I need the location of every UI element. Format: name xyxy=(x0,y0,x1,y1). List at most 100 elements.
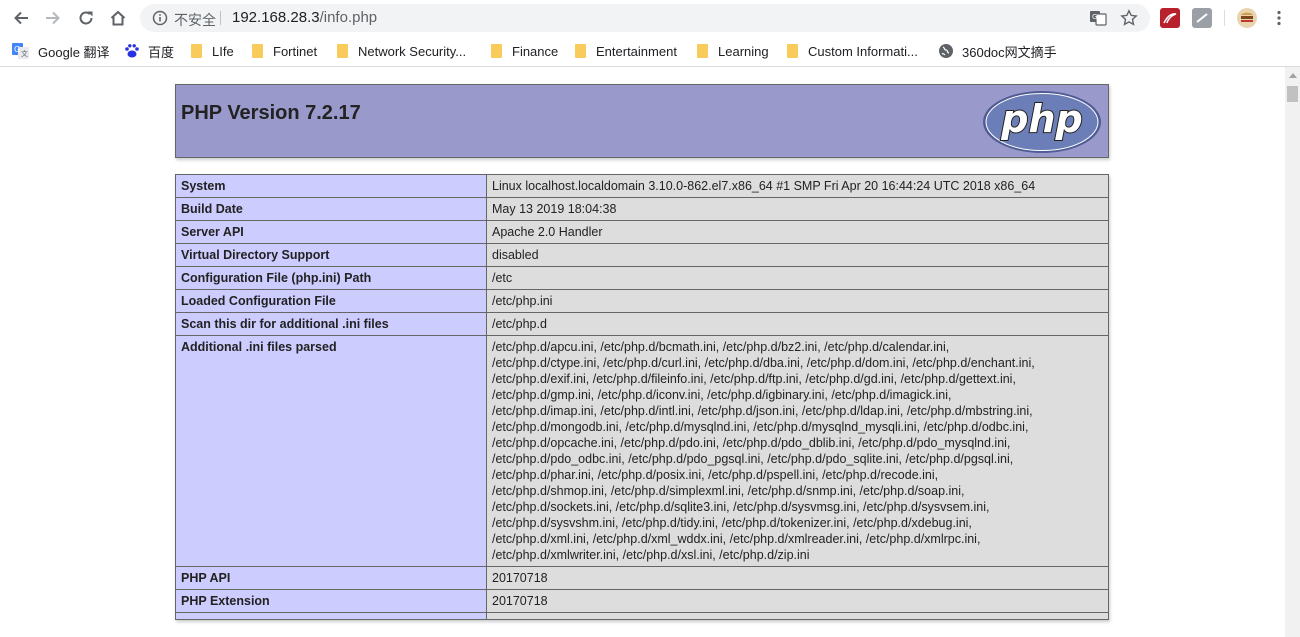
table-row: Scan this dir for additional .ini files /… xyxy=(175,312,1109,336)
globe-icon xyxy=(938,43,954,59)
pdf-extension-icon[interactable] xyxy=(1160,8,1180,28)
security-label[interactable]: 不安全 xyxy=(174,10,216,30)
home-icon xyxy=(110,10,126,26)
row-value: /etc/php.d/apcu.ini, /etc/php.d/bcmath.i… xyxy=(486,335,1109,567)
translate-icon[interactable]: G xyxy=(1088,8,1108,28)
table-row: PHP API 20170718 xyxy=(175,566,1109,590)
url-text[interactable]: 192.168.28.3/info.php xyxy=(232,9,377,26)
row-value: /etc/php.ini xyxy=(486,289,1109,313)
row-key: System xyxy=(175,174,487,198)
row-key: Virtual Directory Support xyxy=(175,243,487,267)
bookmark-label: Custom Informati... xyxy=(808,43,918,59)
vertical-scrollbar[interactable] xyxy=(1285,67,1300,637)
forward-arrow-icon xyxy=(46,11,60,25)
folder-icon xyxy=(697,44,708,58)
table-row: PHP Extension 20170718 xyxy=(175,589,1109,613)
forward-button[interactable] xyxy=(41,6,65,30)
url-path: /info.php xyxy=(319,9,378,26)
folder-icon xyxy=(491,44,502,58)
row-key: PHP API xyxy=(175,566,487,590)
bookmark-360doc[interactable]: 360doc网文摘手 xyxy=(938,42,1057,60)
row-key: Build Date xyxy=(175,197,487,221)
row-value xyxy=(486,612,1109,620)
page-content: PHP Version 7.2.17 php System Linux local… xyxy=(0,67,1285,637)
scrollbar-thumb[interactable] xyxy=(1287,86,1298,102)
bookmarks-bar: G文 Google 翻译 百度 LIfe Fortinet Network Se… xyxy=(0,36,1300,67)
google-translate-icon: G文 xyxy=(12,43,30,59)
home-button[interactable] xyxy=(106,6,130,30)
bookmark-label: Learning xyxy=(718,43,769,59)
toolbar-divider xyxy=(1224,10,1225,26)
bookmark-folder-network-security[interactable]: Network Security... xyxy=(337,42,466,60)
kebab-menu-icon xyxy=(1277,10,1281,26)
table-row: Virtual Directory Support disabled xyxy=(175,243,1109,267)
row-value: May 13 2019 18:04:38 xyxy=(486,197,1109,221)
bookmark-label: 360doc网文摘手 xyxy=(962,44,1057,60)
row-key: PHP Extension xyxy=(175,589,487,613)
back-arrow-icon xyxy=(14,11,28,25)
row-value: /etc/php.d xyxy=(486,312,1109,336)
menu-button[interactable] xyxy=(1267,6,1291,30)
bookmark-folder-entertainment[interactable]: Entertainment xyxy=(575,42,677,60)
info-icon[interactable] xyxy=(152,10,168,31)
row-key: Loaded Configuration File xyxy=(175,289,487,313)
row-key xyxy=(175,612,487,620)
bookmark-label: Fortinet xyxy=(273,43,318,59)
php-logo[interactable]: php xyxy=(981,90,1103,154)
bookmark-label: Finance xyxy=(512,43,559,59)
svg-text:G: G xyxy=(1092,13,1097,21)
scroll-up-arrow-icon[interactable] xyxy=(1289,73,1297,78)
php-logo-text: php xyxy=(1000,97,1082,141)
bookmark-baidu[interactable]: 百度 xyxy=(124,42,174,60)
folder-icon xyxy=(575,44,586,58)
svg-text:G: G xyxy=(14,45,20,54)
bookmark-label: Google 翻译 xyxy=(38,44,110,60)
bookmark-label: 百度 xyxy=(148,44,175,60)
bookmark-folder-finance[interactable]: Finance xyxy=(491,42,558,60)
row-value: 20170718 xyxy=(486,566,1109,590)
bookmark-label: Entertainment xyxy=(596,43,677,59)
row-key: Server API xyxy=(175,220,487,244)
phpinfo-container: PHP Version 7.2.17 php System Linux local… xyxy=(175,84,1109,620)
reload-button[interactable] xyxy=(74,6,98,30)
phpinfo-header: PHP Version 7.2.17 php xyxy=(175,84,1109,158)
row-value: 20170718 xyxy=(486,589,1109,613)
bookmark-google-translate[interactable]: G文 Google 翻译 xyxy=(12,42,110,60)
folder-icon xyxy=(337,44,348,58)
extension-icon[interactable] xyxy=(1192,8,1212,28)
folder-icon xyxy=(252,44,263,58)
table-row: Server API Apache 2.0 Handler xyxy=(175,220,1109,244)
page-title: PHP Version 7.2.17 xyxy=(181,102,361,124)
table-row: System Linux localhost.localdomain 3.10.0… xyxy=(175,174,1109,198)
row-key: Configuration File (php.ini) Path xyxy=(175,266,487,290)
bookmark-folder-learning[interactable]: Learning xyxy=(697,42,769,60)
profile-avatar[interactable] xyxy=(1237,8,1257,28)
row-value: Apache 2.0 Handler xyxy=(486,220,1109,244)
divider xyxy=(220,11,221,25)
bookmark-folder-life[interactable]: LIfe xyxy=(191,42,234,60)
bookmark-label: LIfe xyxy=(212,43,234,59)
address-bar[interactable]: 不安全 192.168.28.3/info.php G xyxy=(140,4,1150,32)
row-value: Linux localhost.localdomain 3.10.0-862.e… xyxy=(486,174,1109,198)
back-button[interactable] xyxy=(9,6,33,30)
table-row: Configuration File (php.ini) Path/etc xyxy=(175,266,1109,290)
url-host: 192.168.28.3 xyxy=(232,9,320,26)
bookmark-folder-custom-information[interactable]: Custom Informati... xyxy=(787,42,918,60)
svg-text:文: 文 xyxy=(21,49,28,58)
browser-toolbar: 不安全 192.168.28.3/info.php G xyxy=(0,0,1300,36)
row-value: disabled xyxy=(486,243,1109,267)
row-key: Scan this dir for additional .ini files xyxy=(175,312,487,336)
row-value: /etc xyxy=(486,266,1109,290)
reload-icon xyxy=(79,11,93,25)
table-row xyxy=(175,612,1109,620)
baidu-icon xyxy=(124,43,140,59)
bookmark-star-icon[interactable] xyxy=(1119,8,1139,28)
row-key: Additional .ini files parsed xyxy=(175,335,487,567)
table-row: Additional .ini files parsed/etc/php.d/a… xyxy=(175,335,1109,567)
phpinfo-table: System Linux localhost.localdomain 3.10.0… xyxy=(175,174,1109,620)
bookmark-folder-fortinet[interactable]: Fortinet xyxy=(252,42,317,60)
table-row: Loaded Configuration File/etc/php.ini xyxy=(175,289,1109,313)
bookmark-label: Network Security... xyxy=(358,43,467,59)
table-row: Build Date May 13 2019 18:04:38 xyxy=(175,197,1109,221)
folder-icon xyxy=(787,44,798,58)
